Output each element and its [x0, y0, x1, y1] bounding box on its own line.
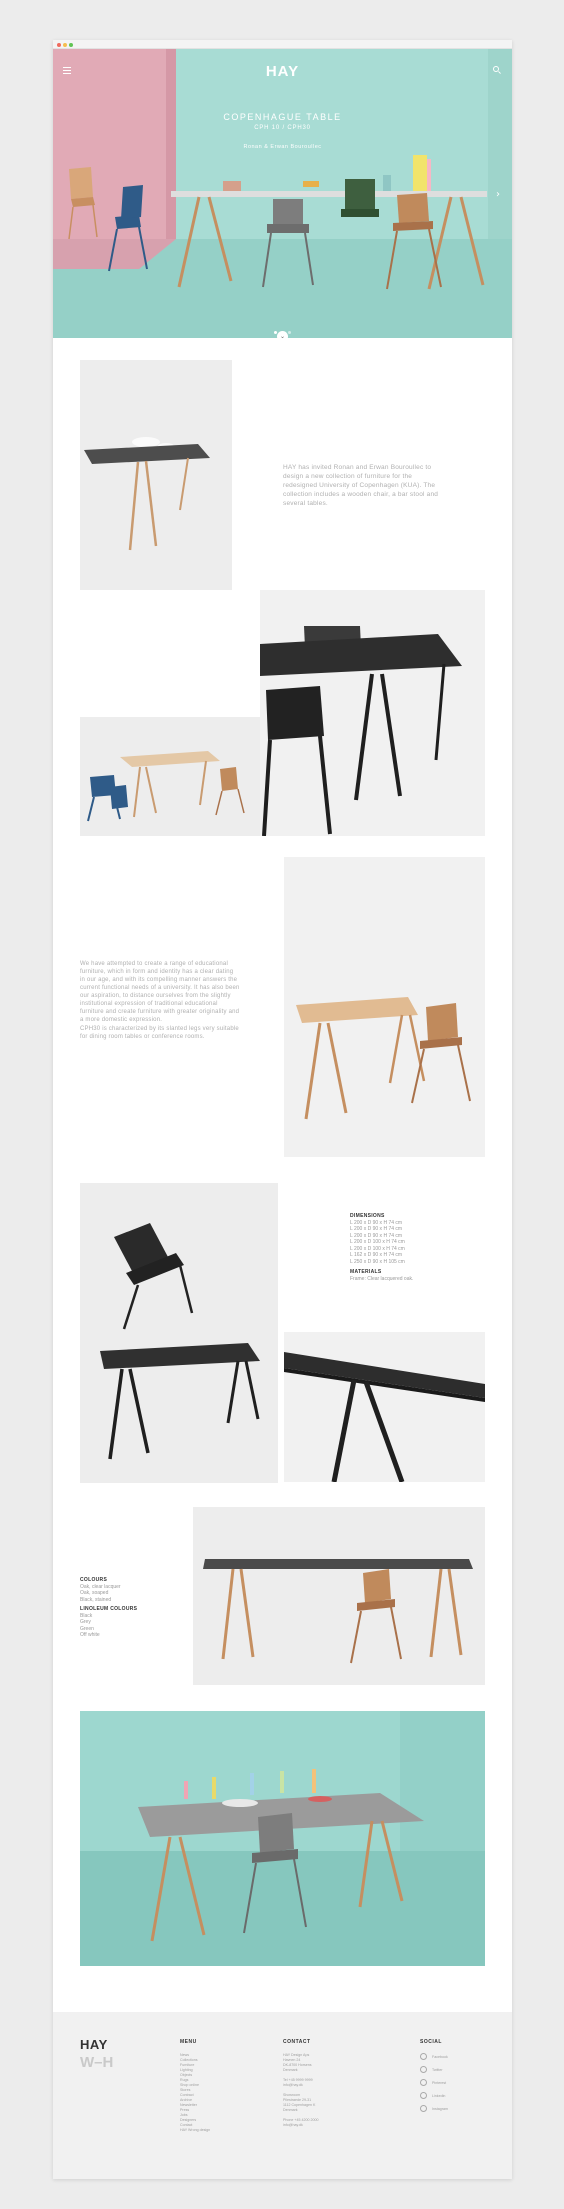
slider-dot[interactable]: [288, 331, 291, 334]
instagram-icon: [420, 2105, 427, 2112]
browser-chrome: [53, 40, 512, 49]
cph30-paragraph: CPH30 is characterized by its slanted le…: [80, 1026, 239, 1040]
floating-chair-photo: [80, 1183, 278, 1483]
social-label: Facebook: [432, 2054, 448, 2059]
browser-window: HAY COPENHAGUE TABLE CPH 10 / CPH30 Rona…: [53, 40, 512, 2179]
social-label: Instagram: [432, 2106, 448, 2111]
facebook-icon: [420, 2053, 427, 2060]
search-icon[interactable]: [493, 66, 499, 72]
table-edge-drawing: [284, 1352, 485, 1482]
instagram-link[interactable]: Instagram: [420, 2105, 448, 2112]
site-footer: HAY W–H MENU News Collections Furniture …: [53, 2012, 512, 2179]
black-table-photo: [260, 590, 485, 836]
linkedin-link[interactable]: Linkedin: [420, 2092, 448, 2099]
twitter-icon: [420, 2066, 427, 2073]
photo-pager: [323, 1673, 339, 1685]
hay-logo[interactable]: HAY: [53, 63, 512, 80]
social-label: Pinterest: [432, 2080, 447, 2085]
facebook-link[interactable]: Facebook: [420, 2053, 448, 2060]
teal-room-table-photo: [80, 1711, 485, 1966]
design-paragraph: We have attempted to create a range of e…: [80, 961, 240, 1023]
table-photo-white-bowls: [80, 360, 232, 590]
footer-contact-line[interactable]: info@hay.dk: [283, 2123, 318, 2128]
footer-contact-column: CONTACT HAY Design Aps Havnen 24 DK-8700…: [283, 2039, 318, 2128]
oak-table-drawing: [296, 997, 471, 1120]
linkedin-icon: [420, 2092, 427, 2099]
footer-social-column: SOCIAL Facebook Twitter Pinterest Linked…: [420, 2039, 448, 2118]
linoleum-item: Off white: [80, 1632, 100, 1638]
close-dot-icon[interactable]: [57, 43, 61, 47]
table-photo-drawing: [84, 437, 210, 551]
oak-table-photo: [284, 857, 485, 1157]
next-slide-arrow-icon[interactable]: ›: [496, 189, 500, 200]
black-table-drawing: [260, 626, 462, 836]
social-label: Linkedin: [432, 2093, 446, 2098]
dimensions-block: DIMENSIONS L 200 x D 90 x H 74 cm L 200 …: [350, 1213, 480, 1282]
hero-furniture-photo: [68, 155, 487, 290]
materials-text: Frame: Clear lacquered oak.: [350, 1275, 414, 1282]
minimize-dot-icon[interactable]: [63, 43, 67, 47]
footer-menu-link[interactable]: HAY Wrong design: [180, 2128, 210, 2133]
pinterest-icon: [420, 2079, 427, 2086]
pinterest-link[interactable]: Pinterest: [420, 2079, 448, 2086]
blue-chairs-photo: [80, 717, 260, 836]
floating-chair-drawing: [100, 1223, 260, 1460]
twitter-link[interactable]: Twitter: [420, 2066, 448, 2073]
hero-subtitle: CPH 10 / CPH30: [254, 125, 311, 131]
footer-menu-heading: MENU: [180, 2039, 197, 2045]
footer-menu-column: MENU News Collections Furniture Lighting…: [180, 2039, 210, 2133]
scroll-down-icon[interactable]: ⌄: [277, 331, 288, 338]
hero-title: COPENHAGUE TABLE: [223, 112, 342, 122]
table-edge-closeup-photo: [284, 1332, 485, 1482]
blue-chairs-drawing: [87, 751, 245, 822]
footer-hay-logo[interactable]: HAY: [80, 2037, 108, 2052]
long-table-photo: [193, 1507, 485, 1685]
teal-room-drawing: [80, 1711, 485, 1966]
social-label: Twitter: [432, 2067, 443, 2072]
hero-designer: Ronan & Erwan Bouroullec: [243, 144, 322, 150]
footer-contact-heading: CONTACT: [283, 2039, 311, 2045]
colours-block: COLOURS Oak, clear lacquer Oak, soaped B…: [80, 1577, 160, 1639]
footer-social-heading: SOCIAL: [420, 2039, 442, 2045]
footer-wh-logo: W–H: [80, 2054, 114, 2071]
maximize-dot-icon[interactable]: [69, 43, 73, 47]
long-table-drawing: [203, 1559, 473, 1664]
hero-banner: HAY COPENHAGUE TABLE CPH 10 / CPH30 Rona…: [53, 49, 512, 338]
intro-paragraph: HAY has invited Ronan and Erwan Bouroull…: [283, 464, 439, 507]
